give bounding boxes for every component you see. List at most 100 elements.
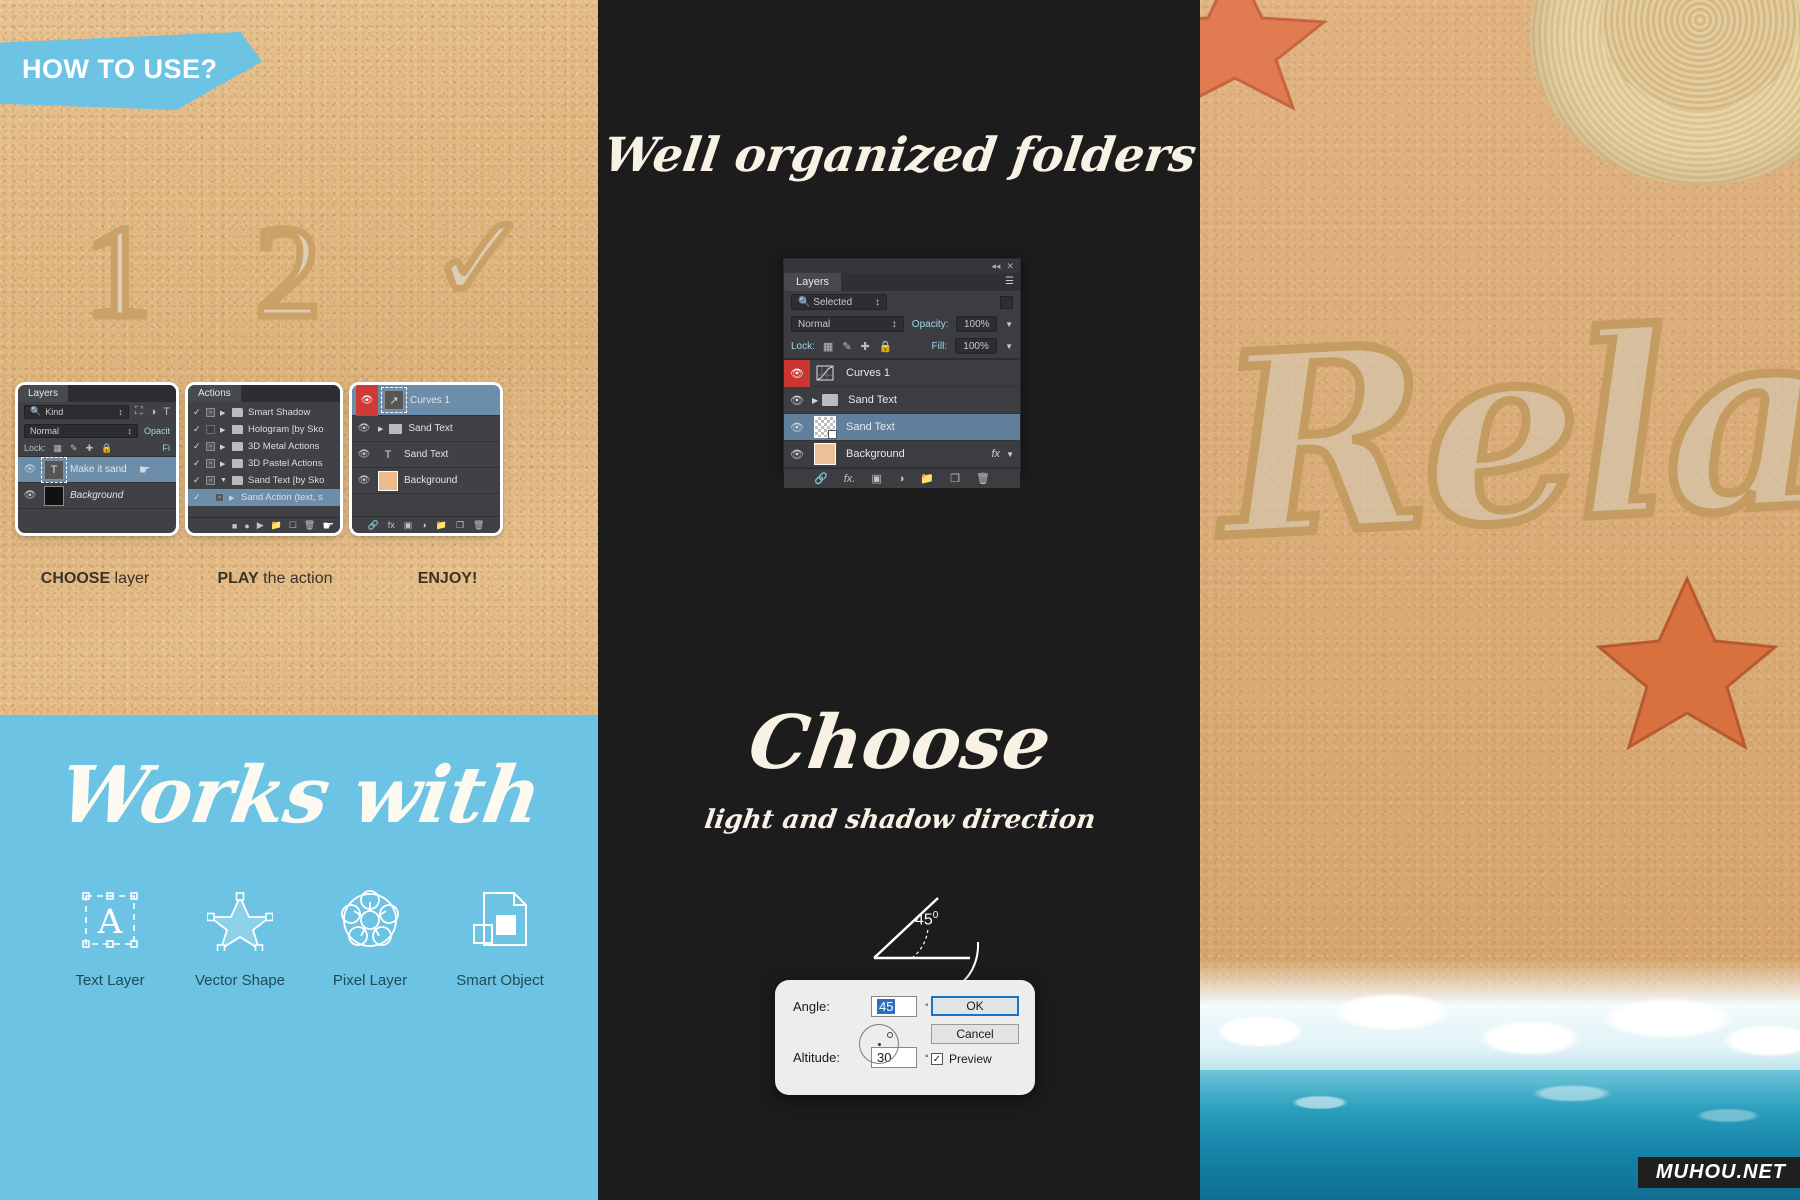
dial-handle[interactable] [887, 1032, 893, 1038]
delete-icon[interactable]: 🗑 [304, 520, 315, 531]
chevron-right-icon[interactable]: ▶ [220, 443, 227, 451]
layer-row-sand-text-smart[interactable]: 👁 Sand Text [784, 414, 1020, 441]
collapse-icon[interactable]: ◂◂ [991, 261, 1000, 272]
fill-value-field[interactable]: 100% [955, 338, 998, 354]
eye-icon[interactable]: 👁 [356, 449, 372, 460]
dialog-toggle-icon[interactable]: ▫ [206, 476, 215, 485]
action-row[interactable]: ✓ ▶ Hologram [by Sko [188, 421, 340, 438]
layer-row-curves-1[interactable]: 👁 Curves 1 [784, 359, 1020, 387]
angle-dial[interactable] [859, 1024, 899, 1064]
new-folder-icon[interactable]: 📁 [271, 520, 282, 531]
new-layer-icon[interactable]: ❐ [456, 520, 464, 531]
action-row[interactable]: ✓ ▫ ▶ 3D Pastel Actions [188, 455, 340, 472]
mini-layer-row-background[interactable]: 👁 Background [18, 483, 176, 509]
chevron-right-icon[interactable]: ▶ [220, 409, 227, 417]
mini-layers-tab[interactable]: Layers [18, 385, 69, 402]
checkbox-icon[interactable]: ✓ [931, 1053, 943, 1065]
delete-icon[interactable]: 🗑 [473, 520, 484, 531]
mini-kind-icons[interactable]: ⛶ ◑ T [135, 405, 170, 418]
layers-panel[interactable]: ◂◂ ✕ Layers ☰ 🔍 Selected ↕ Normal ↕ Opac… [783, 258, 1021, 488]
chevron-right-icon[interactable]: ▶ [220, 426, 227, 434]
check-icon[interactable]: ✓ [193, 441, 201, 452]
dialog-toggle-icon[interactable]: ▫ [206, 442, 215, 451]
check-icon[interactable]: ✓ [193, 492, 201, 503]
check-icon[interactable]: ✓ [193, 407, 201, 418]
mini-kind-filter[interactable]: 🔍 Kind ↕ [24, 404, 129, 419]
new-action-icon[interactable]: ☐ [289, 520, 297, 531]
eye-icon-red[interactable]: 👁 [784, 359, 810, 387]
mini-blend-mode[interactable]: Normal ↕ [24, 423, 138, 438]
record-icon[interactable]: ● [244, 521, 249, 531]
fx-badge[interactable]: fx [991, 448, 1000, 460]
new-group-icon[interactable]: 📁 [436, 520, 447, 531]
new-group-icon[interactable]: 📁 [920, 472, 934, 485]
mini-actions-tab[interactable]: Actions [188, 385, 241, 402]
mini-result-row-curves[interactable]: 👁 ↗ Curves 1 [352, 385, 500, 416]
adjustment-icon[interactable]: ◑ [150, 406, 157, 418]
fill-dropdown-icon[interactable]: ▼ [1005, 342, 1013, 351]
lock-all-icon[interactable]: 🔒 [101, 443, 112, 454]
eye-icon[interactable]: 👁 [784, 441, 810, 468]
play-icon[interactable]: ▶ [257, 520, 264, 531]
action-row[interactable]: ✓ ▫ ▶ 3D Metal Actions [188, 438, 340, 455]
lock-transparency-icon[interactable]: ▦ [823, 340, 833, 353]
mini-layer-row-make-it-sand[interactable]: 👁 T Make it sand ☛ [18, 456, 176, 483]
mini-result-row-sand-text-group[interactable]: 👁 ▶ Sand Text [352, 416, 500, 442]
stop-icon[interactable]: ■ [232, 521, 237, 531]
layer-row-background[interactable]: 👁 Background fx ▼ [784, 441, 1020, 468]
mini-result-row-sand-text[interactable]: 👁 T Sand Text [352, 442, 500, 468]
blend-mode-select[interactable]: Normal ↕ [791, 316, 904, 332]
cancel-button[interactable]: Cancel [931, 1024, 1019, 1044]
eye-icon-red[interactable]: 👁 [356, 385, 378, 416]
mask-icon[interactable]: ▣ [871, 472, 881, 485]
chevron-down-icon[interactable]: ▼ [1006, 450, 1014, 459]
lock-image-icon[interactable]: ✎ [70, 443, 78, 454]
link-icon[interactable]: 🔗 [368, 520, 379, 531]
action-row[interactable]: ✓ ▫ ▶ Smart Shadow [188, 404, 340, 421]
image-icon[interactable]: ⛶ [135, 405, 143, 418]
panel-menu-icon[interactable]: ☰ [1005, 276, 1014, 287]
lock-all-icon[interactable]: 🔒 [879, 340, 893, 353]
angle-input[interactable]: 45 [871, 996, 917, 1017]
adjustment-icon[interactable]: ◑ [421, 520, 426, 530]
eye-icon[interactable]: 👁 [784, 414, 810, 441]
fx-icon[interactable]: fx [388, 520, 395, 530]
action-row-selected[interactable]: ✓ ▫ ▶ Sand Action (text, s [188, 489, 340, 506]
close-icon[interactable]: ✕ [1006, 261, 1014, 272]
dialog-toggle-icon[interactable]: ▫ [215, 493, 224, 502]
eye-icon[interactable]: 👁 [22, 490, 38, 501]
new-layer-icon[interactable]: ❐ [950, 472, 960, 485]
tab-layers[interactable]: Layers [784, 273, 842, 291]
dialog-toggle-icon[interactable]: ▫ [206, 459, 215, 468]
lock-image-icon[interactable]: ✎ [842, 340, 851, 353]
opacity-value-field[interactable]: 100% [956, 316, 998, 332]
eye-icon[interactable]: 👁 [22, 464, 38, 475]
adjustment-icon[interactable]: ◑ [898, 473, 905, 485]
type-icon[interactable]: T [163, 406, 170, 418]
lock-position-icon[interactable]: ✚ [861, 340, 870, 353]
check-icon[interactable]: ✓ [193, 458, 201, 469]
link-icon[interactable]: 🔗 [814, 472, 828, 485]
lock-position-icon[interactable]: ✚ [86, 443, 94, 454]
mini-layers-panel[interactable]: Layers 🔍 Kind ↕ ⛶ ◑ T Normal ↕ Opacit Lo… [18, 385, 176, 533]
chevron-right-icon[interactable]: ▶ [812, 396, 818, 405]
chevron-down-icon[interactable]: ▼ [220, 477, 227, 484]
mini-result-layers-panel[interactable]: 👁 ↗ Curves 1 👁 ▶ Sand Text 👁 T Sand Text… [352, 385, 500, 533]
angle-dialog[interactable]: Angle: 45 ° Altitude: 30 ° OK Cancel ✓ P… [775, 980, 1035, 1095]
fx-icon[interactable]: fx. [844, 473, 856, 485]
dialog-toggle-icon[interactable]: ▫ [206, 408, 215, 417]
mask-icon[interactable]: ▣ [404, 520, 413, 531]
chevron-right-icon[interactable]: ▶ [229, 494, 236, 502]
eye-icon[interactable]: 👁 [356, 423, 372, 434]
mini-result-row-background[interactable]: 👁 Background [352, 468, 500, 494]
dialog-toggle-icon[interactable] [206, 425, 215, 434]
layer-filter-select[interactable]: 🔍 Selected ↕ [791, 294, 887, 310]
eye-icon[interactable]: 👁 [356, 475, 372, 486]
delete-icon[interactable]: 🗑 [976, 472, 990, 485]
action-row[interactable]: ✓ ▫ ▼ Sand Text [by Sko [188, 472, 340, 489]
filter-toggle-icon[interactable] [1000, 295, 1013, 309]
chevron-right-icon[interactable]: ▶ [220, 460, 227, 468]
ok-button[interactable]: OK [931, 996, 1019, 1016]
opacity-dropdown-icon[interactable]: ▼ [1005, 320, 1013, 329]
mini-actions-panel[interactable]: Actions ✓ ▫ ▶ Smart Shadow ✓ ▶ Hologram … [188, 385, 340, 533]
